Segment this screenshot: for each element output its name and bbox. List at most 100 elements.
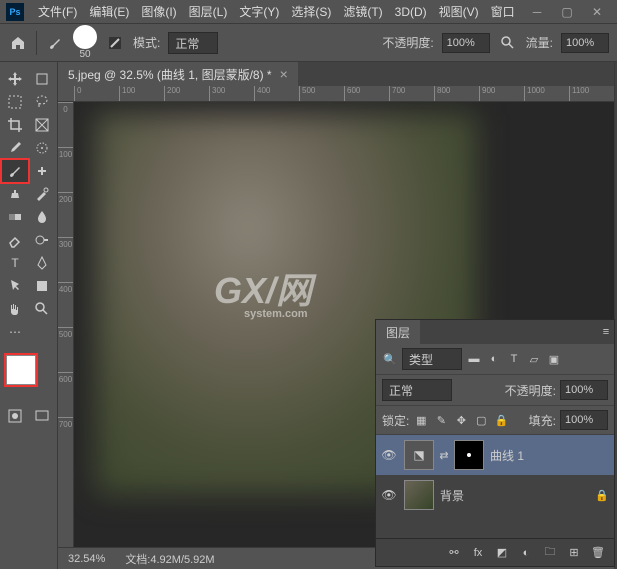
eraser-tool[interactable]: [2, 229, 28, 251]
filter-type-icon[interactable]: T: [506, 351, 522, 367]
zoom-level[interactable]: 32.54%: [68, 553, 105, 565]
file-info: 文档:4.92M/5.92M: [125, 551, 214, 567]
panel-menu-icon[interactable]: ≡: [598, 324, 614, 340]
mode-label: 模式:: [133, 34, 160, 51]
flow-input[interactable]: 100%: [561, 33, 609, 53]
visibility-icon[interactable]: 👁: [380, 488, 398, 502]
clone-stamp-tool[interactable]: [2, 183, 28, 205]
menu-view[interactable]: 视图(V): [433, 3, 485, 20]
brush-preview[interactable]: 50: [73, 25, 97, 60]
brush-tool-icon[interactable]: [45, 33, 65, 53]
home-icon[interactable]: [8, 33, 28, 53]
edit-toolbar[interactable]: ⋯: [2, 321, 28, 343]
menu-filter[interactable]: 滤镜(T): [337, 3, 388, 20]
healing-tool[interactable]: [29, 160, 55, 182]
blend-mode-select[interactable]: 正常: [168, 32, 218, 54]
brush-tool[interactable]: [2, 160, 28, 182]
frame-tool[interactable]: [29, 114, 55, 136]
lock-pixel-icon[interactable]: ✎: [433, 412, 449, 428]
layers-tab[interactable]: 图层: [376, 320, 420, 344]
brush-settings-icon[interactable]: [105, 33, 125, 53]
adjustment-thumb[interactable]: ⬔: [404, 440, 434, 470]
minimize-button[interactable]: ─: [523, 3, 551, 21]
layer-list: 👁 ⬔ ⇄ 曲线 1 👁 背景 🔒: [376, 435, 614, 538]
layer-item-curves[interactable]: 👁 ⬔ ⇄ 曲线 1: [376, 435, 614, 475]
maximize-button[interactable]: ▢: [553, 3, 581, 21]
path-select-tool[interactable]: [2, 275, 28, 297]
lock-label: 锁定:: [382, 412, 409, 429]
menu-window[interactable]: 窗口: [485, 3, 521, 20]
filter-pixel-icon[interactable]: ▬: [466, 351, 482, 367]
menu-bar: Ps 文件(F) 编辑(E) 图像(I) 图层(L) 文字(Y) 选择(S) 滤…: [0, 0, 617, 24]
menu-3d[interactable]: 3D(D): [389, 5, 433, 19]
lock-icon: 🔒: [594, 487, 610, 503]
toolbar-blank: [29, 321, 55, 343]
layer-name[interactable]: 曲线 1: [490, 447, 524, 464]
close-button[interactable]: ✕: [583, 3, 611, 21]
delete-layer-icon[interactable]: 🗑: [590, 545, 606, 561]
layer-item-background[interactable]: 👁 背景 🔒: [376, 475, 614, 515]
menu-edit[interactable]: 编辑(E): [83, 3, 135, 20]
filter-shape-icon[interactable]: ▱: [526, 351, 542, 367]
lasso-tool[interactable]: [29, 91, 55, 113]
quick-mask-tool[interactable]: [2, 405, 28, 427]
history-brush-tool[interactable]: [29, 183, 55, 205]
crop-tool[interactable]: [2, 114, 28, 136]
document-tab-title: 5.jpeg @ 32.5% (曲线 1, 图层蒙版/8) *: [68, 66, 272, 83]
lock-position-icon[interactable]: ✥: [453, 412, 469, 428]
filter-kind-select[interactable]: 类型: [402, 348, 462, 370]
type-tool[interactable]: T: [2, 252, 28, 274]
layer-opacity-input[interactable]: 100%: [560, 380, 608, 400]
layer-fx-icon[interactable]: fx: [470, 545, 486, 561]
menu-type[interactable]: 文字(Y): [233, 3, 285, 20]
visibility-icon[interactable]: 👁: [380, 448, 398, 462]
link-layers-icon[interactable]: ⚯: [446, 545, 462, 561]
eyedropper-tool[interactable]: [2, 137, 28, 159]
menu-image[interactable]: 图像(I): [135, 3, 182, 20]
brush-circle-icon: [73, 25, 97, 49]
blur-tool[interactable]: [29, 206, 55, 228]
filter-adjust-icon[interactable]: ◐: [486, 351, 502, 367]
hand-tool[interactable]: [2, 298, 28, 320]
shape-tool[interactable]: [29, 275, 55, 297]
zoom-tool[interactable]: [29, 298, 55, 320]
filter-smart-icon[interactable]: ▣: [546, 351, 562, 367]
brush-size-value: 50: [79, 49, 90, 60]
screen-mode-tool[interactable]: [29, 405, 55, 427]
app-icon: Ps: [6, 3, 24, 21]
lock-all-icon[interactable]: 🔒: [493, 412, 509, 428]
gradient-tool[interactable]: [2, 206, 28, 228]
filter-search-icon[interactable]: 🔍: [382, 351, 398, 367]
group-icon[interactable]: 🗀: [542, 545, 558, 561]
separator: [36, 31, 37, 55]
pen-tool[interactable]: [29, 252, 55, 274]
layer-name[interactable]: 背景: [440, 487, 464, 504]
marquee-tool[interactable]: [2, 91, 28, 113]
horizontal-ruler: 010020030040050060070080090010001100: [58, 86, 614, 102]
mask-thumb[interactable]: [454, 440, 484, 470]
menu-select[interactable]: 选择(S): [285, 3, 337, 20]
layer-thumb[interactable]: [404, 480, 434, 510]
layers-panel-tabs: 图层 ≡: [376, 320, 614, 344]
color-swatches[interactable]: [0, 353, 57, 403]
lock-artboard-icon[interactable]: ▢: [473, 412, 489, 428]
link-icon[interactable]: ⇄: [436, 447, 452, 463]
adjustment-layer-icon[interactable]: ◐: [518, 545, 534, 561]
foreground-color[interactable]: [6, 355, 36, 385]
menu-file[interactable]: 文件(F): [32, 3, 83, 20]
menu-layer[interactable]: 图层(L): [183, 3, 234, 20]
opacity-input[interactable]: 100%: [442, 33, 490, 53]
document-tab[interactable]: 5.jpeg @ 32.5% (曲线 1, 图层蒙版/8) * ×: [58, 62, 298, 86]
layer-fill-input[interactable]: 100%: [560, 410, 608, 430]
lock-transparent-icon[interactable]: ▦: [413, 412, 429, 428]
dodge-tool[interactable]: [29, 229, 55, 251]
artboard-tool[interactable]: [29, 68, 55, 90]
layer-blend-mode[interactable]: 正常: [382, 379, 452, 401]
tab-close-icon[interactable]: ×: [280, 66, 288, 82]
move-tool[interactable]: [2, 68, 28, 90]
flow-label: 流量:: [526, 34, 553, 51]
new-layer-icon[interactable]: ⊞: [566, 545, 582, 561]
layer-mask-icon[interactable]: ◩: [494, 545, 510, 561]
search-icon[interactable]: [498, 33, 518, 53]
magic-wand-tool[interactable]: [29, 137, 55, 159]
